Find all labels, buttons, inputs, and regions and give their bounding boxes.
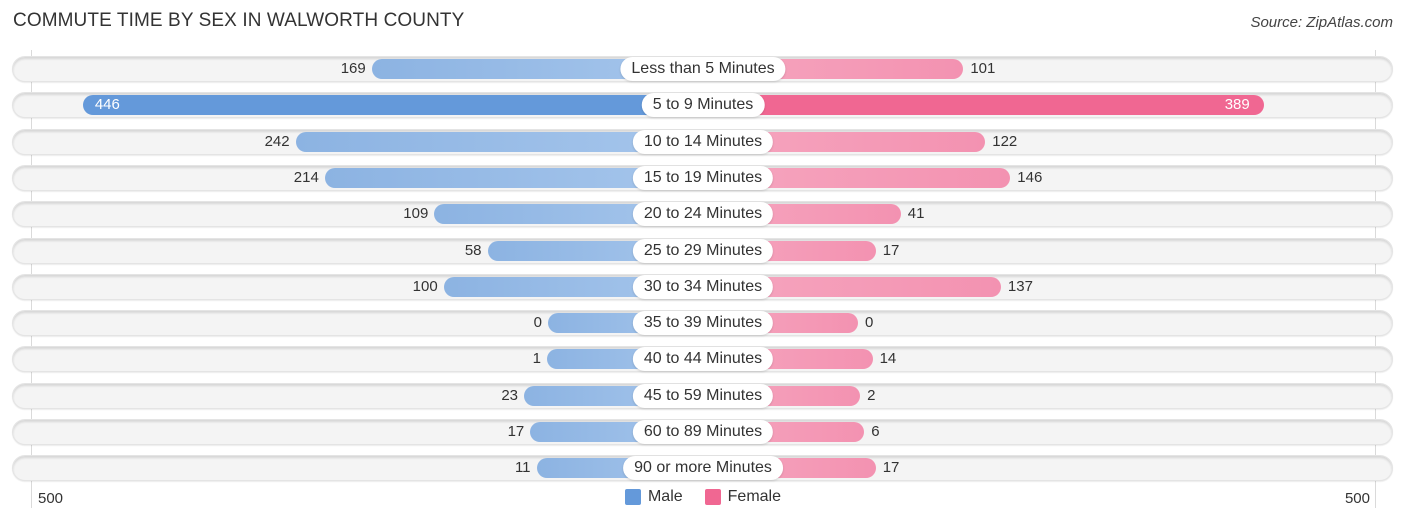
value-label-female: 17: [882, 242, 900, 259]
value-label-female: 122: [992, 133, 1018, 150]
legend-label-male: Male: [647, 488, 683, 505]
value-label-male: 446: [94, 96, 120, 113]
legend: Male Female: [0, 488, 1406, 506]
bar-male[interactable]: [82, 95, 703, 115]
category-label: 15 to 19 Minutes: [632, 166, 774, 190]
value-label-male: 23: [501, 387, 519, 404]
value-label-male: 169: [340, 60, 366, 77]
value-label-female: 17: [882, 459, 900, 476]
value-label-male: 58: [464, 242, 482, 259]
value-label-male: 1: [532, 350, 541, 367]
value-label-male: 100: [412, 278, 438, 295]
value-label-female: 14: [879, 350, 897, 367]
category-label: 10 to 14 Minutes: [632, 130, 774, 154]
chart-source: Source: ZipAtlas.com: [1250, 14, 1393, 31]
category-label: 45 to 59 Minutes: [632, 384, 774, 408]
category-label: 40 to 44 Minutes: [632, 347, 774, 371]
category-label: 5 to 9 Minutes: [641, 93, 765, 117]
category-label: Less than 5 Minutes: [620, 57, 786, 81]
value-label-female: 0: [865, 314, 874, 331]
category-label: 25 to 29 Minutes: [632, 239, 774, 263]
value-label-female: 6: [871, 423, 880, 440]
value-label-female: 2: [867, 387, 876, 404]
value-label-female: 137: [1007, 278, 1033, 295]
legend-swatch-female: [704, 489, 721, 505]
legend-label-female: Female: [727, 488, 782, 505]
category-label: 20 to 24 Minutes: [632, 202, 774, 226]
value-label-female: 41: [907, 205, 925, 222]
category-label: 60 to 89 Minutes: [632, 420, 774, 444]
value-label-male: 11: [514, 459, 531, 476]
value-label-male: 242: [264, 133, 290, 150]
value-label-male: 17: [507, 423, 525, 440]
category-label: 30 to 34 Minutes: [632, 275, 774, 299]
value-label-male: 0: [533, 314, 542, 331]
bar-female[interactable]: [703, 95, 1264, 115]
value-label-male: 109: [403, 205, 429, 222]
category-label: 90 or more Minutes: [623, 456, 783, 480]
legend-item-male[interactable]: Male: [624, 488, 683, 506]
legend-swatch-male: [624, 489, 641, 505]
category-label: 35 to 39 Minutes: [632, 311, 774, 335]
value-label-male: 214: [293, 169, 319, 186]
value-label-female: 389: [1224, 96, 1250, 113]
chart-title: COMMUTE TIME BY SEX IN WALWORTH COUNTY: [13, 10, 465, 31]
value-label-female: 101: [970, 60, 996, 77]
value-label-female: 146: [1017, 169, 1043, 186]
legend-item-female[interactable]: Female: [704, 488, 782, 506]
